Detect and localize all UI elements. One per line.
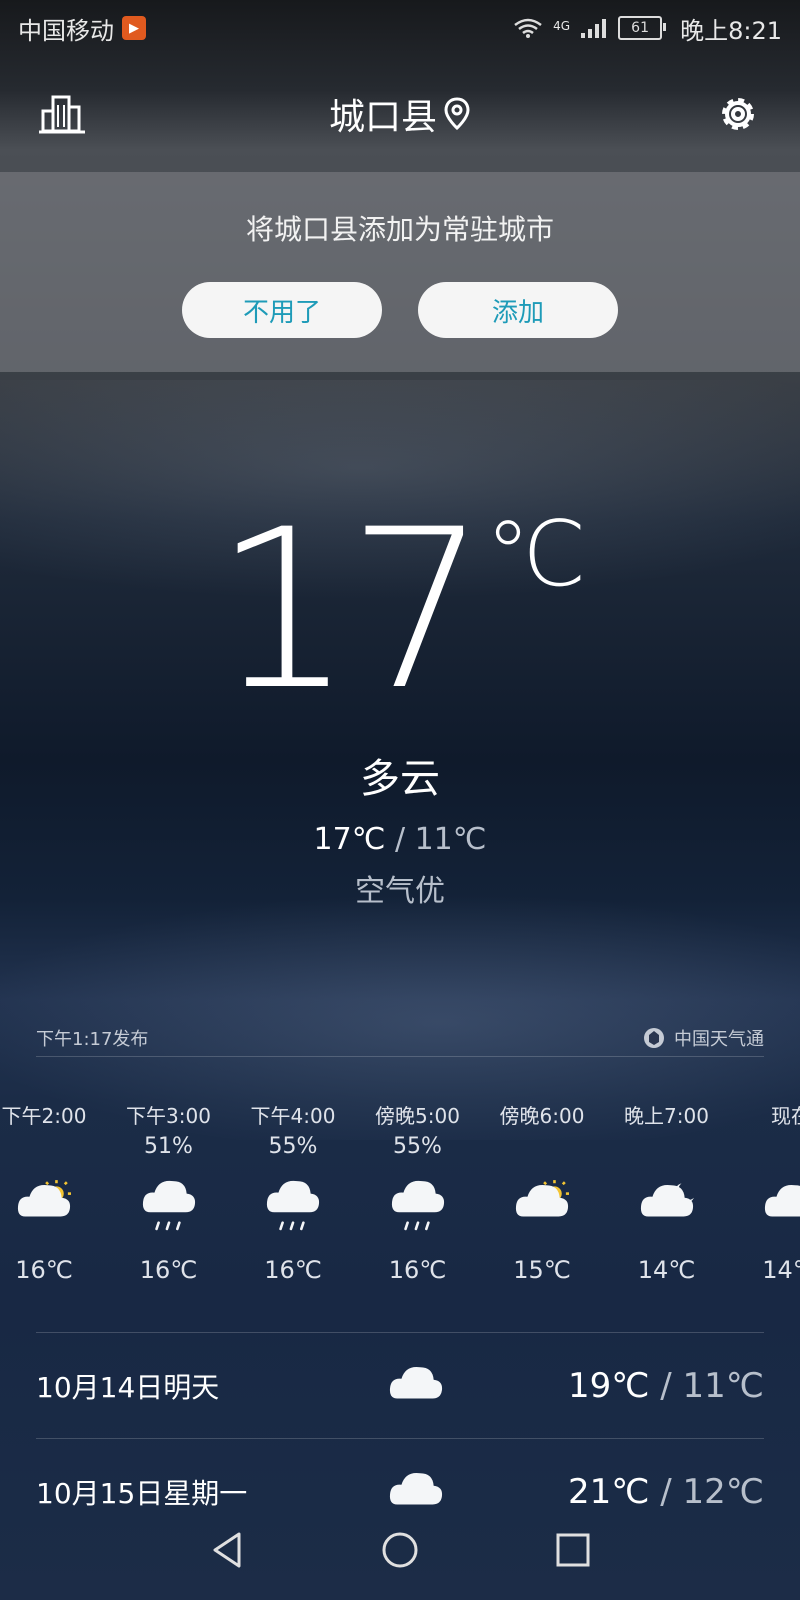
- weather-condition: 多云: [360, 756, 440, 802]
- precip-probability: [729, 1134, 800, 1174]
- dismiss-button[interactable]: 不用了: [182, 282, 382, 338]
- day-high: 19℃: [568, 1366, 650, 1406]
- hour-temperature: 14℃: [762, 1256, 800, 1284]
- precip-probability: [0, 1134, 106, 1174]
- data-source: 中国天气通: [642, 1025, 764, 1051]
- hourly-item: 现在 14℃: [729, 1100, 800, 1284]
- city-title-group[interactable]: 城口县: [329, 88, 471, 140]
- network-type: 4G: [553, 18, 571, 33]
- battery-icon: 61: [618, 16, 667, 40]
- cloudy-icon: [389, 1367, 443, 1399]
- day-high-low: 19℃ / 11℃: [476, 1366, 764, 1406]
- rain-icon: [266, 1180, 320, 1231]
- day-label: 10月14日明天: [36, 1371, 220, 1404]
- partly-sunny-icon: [515, 1180, 569, 1217]
- publish-info: 下午1:17发布 中国天气通: [36, 1020, 764, 1057]
- current-temperature: 17 ℃: [0, 500, 800, 720]
- hour-temperature: 16℃: [139, 1256, 198, 1284]
- today-high-low: 17℃ / 11℃: [0, 822, 800, 857]
- page-title: 城口县: [328, 97, 437, 138]
- hour-temperature: 14℃: [637, 1256, 696, 1284]
- hour-temperature: 15℃: [513, 1256, 571, 1284]
- daily-row[interactable]: 10月14日明天 19℃ / 11℃: [36, 1332, 764, 1439]
- hour-time: 傍晚6:00: [499, 1104, 585, 1128]
- hourly-item: 下午2:00 16℃: [0, 1100, 106, 1284]
- publish-time: 下午1:17发布: [36, 1029, 149, 1050]
- day-icon: [356, 1359, 476, 1413]
- hour-icon: [729, 1174, 800, 1234]
- hour-icon: [107, 1174, 231, 1234]
- rain-icon: [142, 1180, 195, 1231]
- location-pin-icon: [444, 97, 470, 131]
- hourly-forecast[interactable]: 下午2:00 16℃ 下午3:00 51% 16℃ 下午4:00 55% 16℃ 傍晚5:00 5…: [0, 1100, 800, 1320]
- home-circle-icon: [382, 1532, 418, 1568]
- hour-time: 下午4:00: [250, 1104, 336, 1128]
- today-low: 11℃: [414, 822, 487, 857]
- hour-temperature: 16℃: [264, 1256, 322, 1284]
- recent-square-icon: [556, 1533, 590, 1567]
- status-bar: 中国移动 ▶ 4G 61 晚上8:21: [0, 0, 800, 56]
- clock: 晚上8:21: [680, 16, 782, 45]
- hour-time: 下午2:00: [1, 1104, 87, 1128]
- hour-icon: [356, 1174, 480, 1234]
- status-right: 4G 61 晚上8:21: [513, 11, 782, 46]
- hourly-item: 傍晚6:00 15℃: [480, 1100, 604, 1284]
- hourly-item: 下午4:00 55% 16℃: [231, 1100, 355, 1284]
- partly-cloudy-night-icon: [764, 1185, 800, 1217]
- temperature-unit: ℃: [485, 502, 587, 607]
- hour-time: 傍晚5:00: [375, 1104, 460, 1128]
- weather-source-logo-icon: [644, 1028, 664, 1048]
- add-city-banner: 将城口县添加为常驻城市 不用了 添加: [0, 172, 800, 372]
- hourly-item: 下午3:00 51% 16℃: [107, 1100, 231, 1284]
- hourly-item: 傍晚5:00 55% 16℃: [356, 1100, 480, 1284]
- air-quality: 空气优: [355, 874, 445, 909]
- hour-time: 晚上7:00: [624, 1104, 709, 1128]
- hour-temperature: 16℃: [388, 1256, 447, 1284]
- hour-icon: [480, 1174, 604, 1234]
- hour-time: 下午3:00: [126, 1104, 211, 1128]
- hour-icon: [231, 1174, 355, 1234]
- separator: /: [649, 1366, 683, 1406]
- home-button[interactable]: [376, 1526, 424, 1574]
- gear-icon: [721, 98, 754, 130]
- wifi-icon: [514, 18, 542, 38]
- rain-icon: [391, 1180, 444, 1231]
- precip-probability: 55%: [393, 1134, 442, 1159]
- back-button[interactable]: [203, 1526, 251, 1574]
- carrier-name: 中国移动: [18, 16, 114, 45]
- signal-icon: [581, 19, 607, 38]
- banner-message: 将城口县添加为常驻城市: [245, 213, 554, 246]
- video-app-icon: ▶: [122, 16, 146, 40]
- back-triangle-icon: [213, 1532, 241, 1568]
- hour-time: 现在: [771, 1104, 800, 1128]
- battery-level: 61: [631, 20, 649, 36]
- recent-apps-button[interactable]: [549, 1526, 597, 1574]
- hour-icon: [605, 1174, 729, 1234]
- partly-cloudy-night-icon: [640, 1183, 694, 1217]
- temperature-value: 17: [213, 482, 487, 738]
- hour-temperature: 16℃: [15, 1256, 73, 1284]
- day-low: 11℃: [682, 1366, 764, 1406]
- city-list-button[interactable]: [36, 88, 88, 140]
- precip-probability: [480, 1134, 604, 1174]
- city-buildings-icon: [39, 95, 85, 134]
- add-city-button[interactable]: 添加: [418, 282, 618, 338]
- precip-probability: 51%: [144, 1134, 193, 1159]
- partly-sunny-icon: [17, 1180, 71, 1217]
- hourly-item: 晚上7:00 14℃: [605, 1100, 729, 1284]
- separator: /: [385, 822, 415, 857]
- app-header: 城口县: [0, 56, 800, 172]
- hour-icon: [0, 1174, 106, 1234]
- system-nav-bar: [0, 1500, 800, 1600]
- status-left: 中国移动 ▶: [18, 11, 146, 46]
- today-high: 17℃: [313, 822, 386, 857]
- source-name: 中国天气通: [674, 1029, 764, 1050]
- precip-probability: 55%: [268, 1134, 318, 1159]
- settings-button[interactable]: [712, 88, 764, 140]
- precip-probability: [605, 1134, 729, 1174]
